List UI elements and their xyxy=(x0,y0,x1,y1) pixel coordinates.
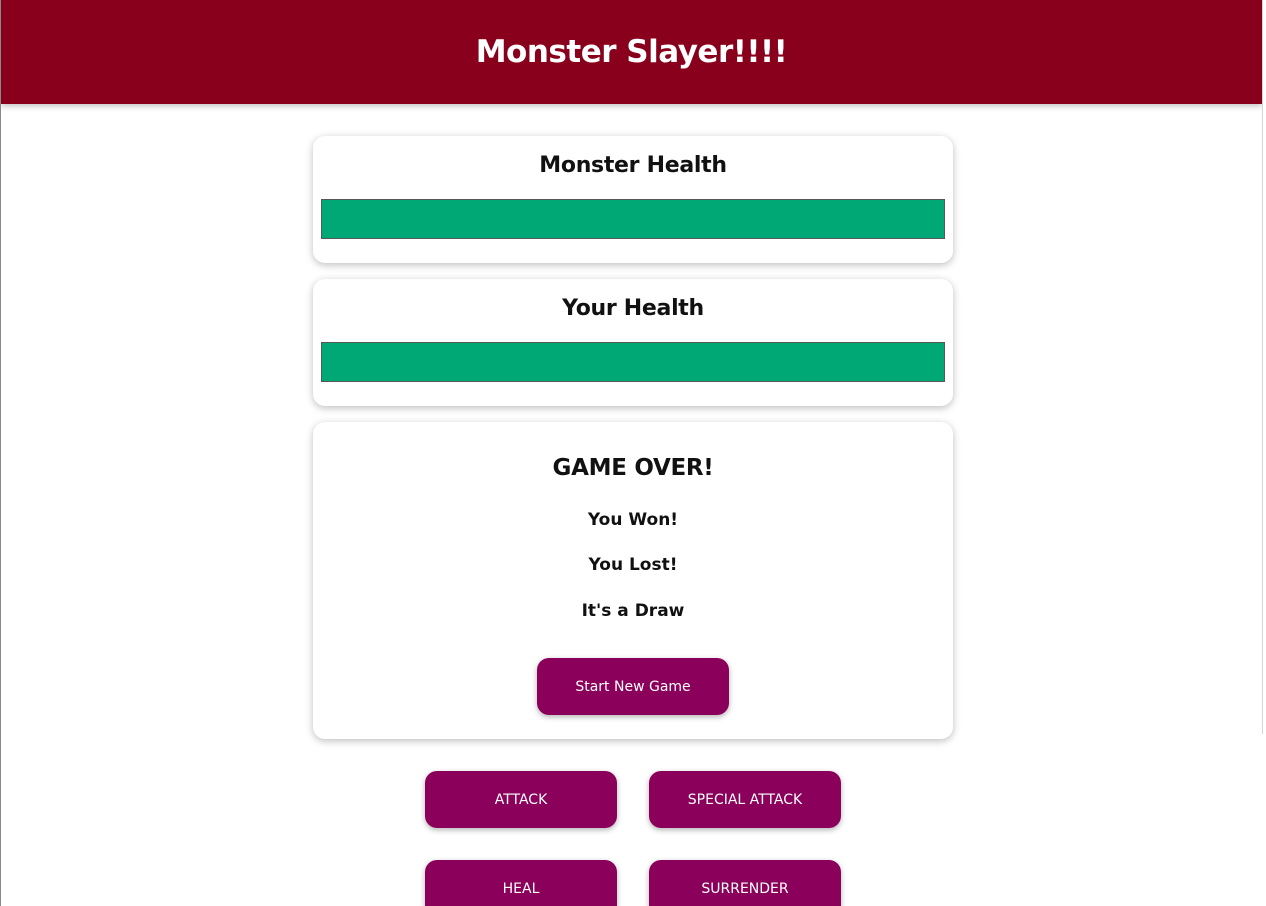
attack-button[interactable]: ATTACK xyxy=(425,771,617,828)
player-health-card: Your Health xyxy=(313,279,953,406)
scrollbar[interactable] xyxy=(1262,0,1266,734)
start-new-game-button[interactable]: Start New Game xyxy=(537,658,729,715)
player-healthbar xyxy=(321,342,945,382)
app-header: Monster Slayer!!!! xyxy=(1,0,1262,104)
app-window: Monster Slayer!!!! Monster Health Your H… xyxy=(0,0,1266,906)
game-over-title: GAME OVER! xyxy=(552,455,714,481)
heal-button[interactable]: HEAL xyxy=(425,860,617,906)
draw-message: It's a Draw xyxy=(581,601,685,621)
game-over-card: GAME OVER! You Won! You Lost! It's a Dra… xyxy=(313,422,953,739)
surrender-button[interactable]: SURRENDER xyxy=(649,860,841,906)
player-health-title: Your Health xyxy=(562,296,704,321)
lost-message: You Lost! xyxy=(588,555,678,575)
special-attack-button[interactable]: SPECIAL ATTACK xyxy=(649,771,841,828)
monster-health-card: Monster Health xyxy=(313,136,953,263)
player-healthbar-value xyxy=(322,343,944,381)
won-message: You Won! xyxy=(587,510,679,530)
monster-healthbar xyxy=(321,199,945,239)
app-title: Monster Slayer!!!! xyxy=(475,34,788,70)
monster-health-title: Monster Health xyxy=(539,153,727,178)
monster-healthbar-value xyxy=(322,200,944,238)
